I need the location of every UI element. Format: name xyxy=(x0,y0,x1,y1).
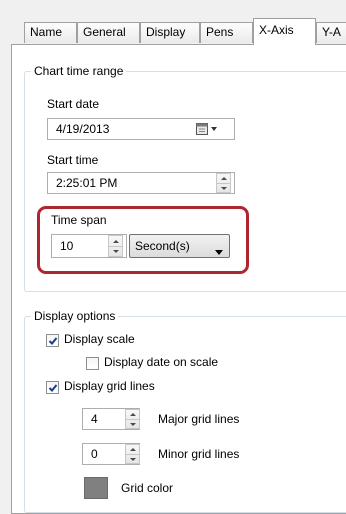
tab-strip: Name General Display Pens X-Axis Y-A xyxy=(0,18,346,45)
display-scale-checkbox[interactable] xyxy=(46,334,59,347)
start-time-down-icon[interactable] xyxy=(217,183,230,192)
start-date-label: Start date xyxy=(47,97,100,111)
start-time-spinner[interactable] xyxy=(216,173,231,193)
tab-general[interactable]: General xyxy=(77,22,140,43)
minor-grid-down-icon[interactable] xyxy=(126,454,139,463)
tab-y-axis-label: Y-A xyxy=(322,25,341,39)
chart-time-range-title: Chart time range xyxy=(31,64,127,78)
tab-name[interactable]: Name xyxy=(24,22,77,43)
tab-name-label: Name xyxy=(30,25,63,39)
major-grid-lines-spinner[interactable] xyxy=(125,409,140,429)
display-grid-lines-checkbox[interactable] xyxy=(46,381,59,394)
display-date-on-scale-label: Display date on scale xyxy=(104,355,219,369)
time-span-label: Time span xyxy=(51,213,107,227)
time-span-up-icon[interactable] xyxy=(109,236,122,246)
major-grid-down-icon[interactable] xyxy=(126,419,139,428)
display-grid-lines-label: Display grid lines xyxy=(64,379,155,393)
chevron-down-icon xyxy=(215,244,223,258)
calendar-icon[interactable] xyxy=(196,122,226,139)
tab-display[interactable]: Display xyxy=(140,22,200,43)
display-scale-label: Display scale xyxy=(64,332,135,346)
major-grid-lines-label: Major grid lines xyxy=(158,412,240,426)
start-date-value: 4/19/2013 xyxy=(56,122,110,136)
display-options-title: Display options xyxy=(31,309,119,323)
start-date-picker[interactable]: 4/19/2013 xyxy=(47,118,235,140)
minor-grid-lines-spinner[interactable] xyxy=(125,444,140,464)
grid-color-label: Grid color xyxy=(121,481,174,495)
minor-grid-lines-label: Minor grid lines xyxy=(158,447,240,461)
tab-display-label: Display xyxy=(146,25,186,39)
grid-color-swatch[interactable] xyxy=(84,477,108,499)
time-span-value: 10 xyxy=(60,239,74,253)
minor-grid-up-icon[interactable] xyxy=(126,445,139,454)
display-date-on-scale-checkbox[interactable] xyxy=(86,357,99,370)
time-span-unit-value: Second(s) xyxy=(135,239,190,253)
minor-grid-lines-value: 0 xyxy=(91,447,98,461)
time-span-down-icon[interactable] xyxy=(109,246,122,256)
time-span-unit-select[interactable]: Second(s) xyxy=(129,234,230,258)
major-grid-lines-value: 4 xyxy=(91,412,98,426)
tab-x-axis[interactable]: X-Axis xyxy=(253,18,316,45)
tab-x-axis-label: X-Axis xyxy=(259,23,294,37)
tab-y-axis[interactable]: Y-A xyxy=(316,22,346,43)
tab-general-label: General xyxy=(83,25,126,39)
time-span-spinner[interactable] xyxy=(108,235,123,257)
tab-pens[interactable]: Pens xyxy=(200,22,253,43)
start-time-label: Start time xyxy=(47,153,99,167)
major-grid-up-icon[interactable] xyxy=(126,410,139,419)
tab-pens-label: Pens xyxy=(206,25,234,39)
start-time-up-icon[interactable] xyxy=(217,174,230,183)
start-time-value: 2:25:01 PM xyxy=(56,176,118,190)
start-time-field[interactable]: 2:25:01 PM xyxy=(47,172,235,194)
